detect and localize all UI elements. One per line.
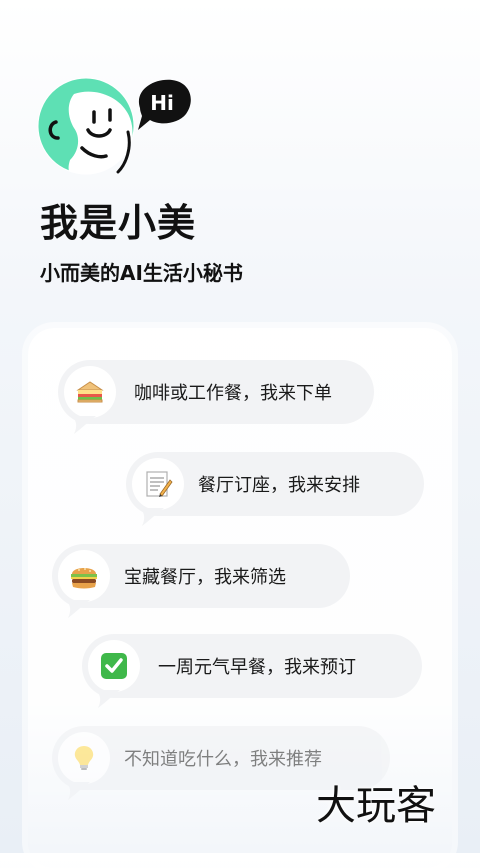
light-bulb-icon	[58, 732, 110, 784]
feature-item-restaurant-booking[interactable]: 餐厅订座，我来安排	[126, 452, 424, 526]
feature-item-order-coffee[interactable]: 咖啡或工作餐，我来下单	[58, 360, 374, 434]
feature-item-find-restaurants[interactable]: 宝藏餐厅，我来筛选	[52, 544, 350, 618]
hi-text: Hi	[150, 91, 174, 115]
memo-icon	[132, 458, 184, 510]
feature-label: 咖啡或工作餐，我来下单	[134, 383, 332, 404]
feature-label: 一周元气早餐，我来预订	[158, 657, 356, 678]
check-mark-button-icon	[88, 640, 140, 692]
sandwich-icon	[64, 366, 116, 418]
feature-label: 餐厅订座，我来安排	[198, 475, 360, 496]
feature-item-breakfast-plan[interactable]: 一周元气早餐，我来预订	[82, 634, 422, 708]
hi-speech-bubble: Hi	[132, 76, 194, 136]
hamburger-icon	[58, 550, 110, 602]
feature-label: 宝藏餐厅，我来筛选	[124, 567, 286, 588]
watermark-text: 大玩客	[316, 783, 436, 829]
mascot-avatar	[36, 76, 136, 176]
feature-label: 不知道吃什么，我来推荐	[124, 749, 322, 770]
page-title: 我是小美	[40, 201, 197, 245]
page-subtitle: 小而美的AI生活小秘书	[40, 261, 243, 285]
